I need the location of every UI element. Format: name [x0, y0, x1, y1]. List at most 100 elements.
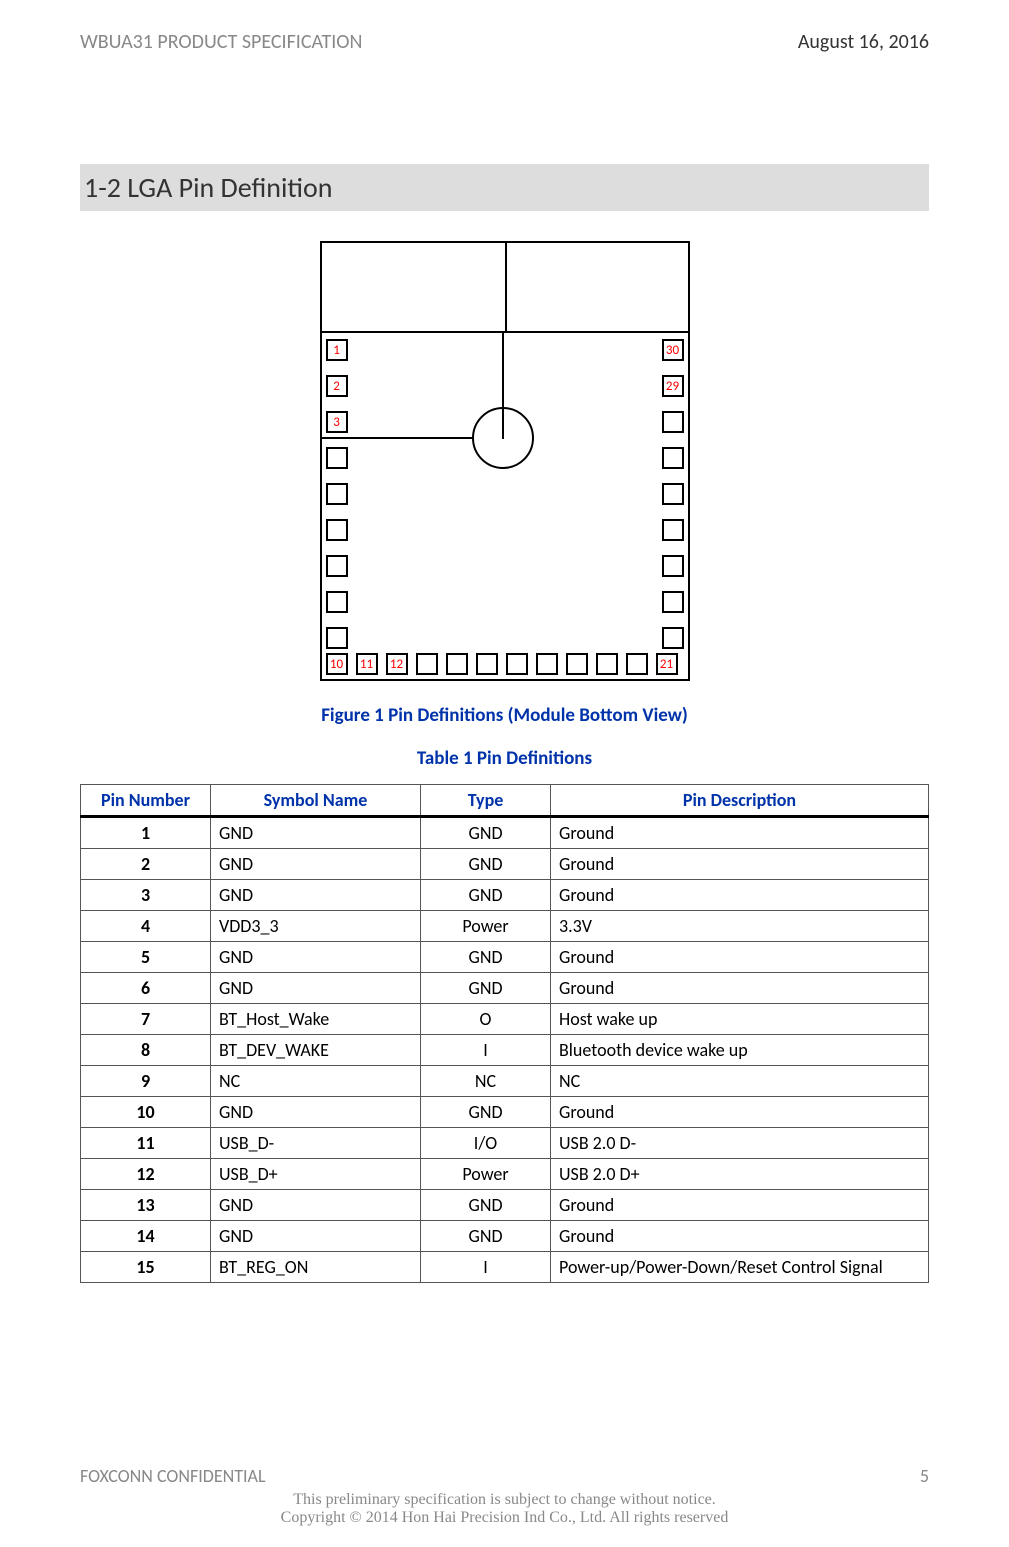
pad-left-5 — [326, 483, 348, 505]
pin-table: Pin Number Symbol Name Type Pin Descript… — [80, 784, 929, 1283]
pad-left-1: 1 — [326, 339, 348, 361]
cell-description: NC — [551, 1066, 929, 1097]
diagram-top-divider — [505, 243, 507, 333]
pad-bottom-5 — [446, 653, 468, 675]
cell-type: GND — [421, 880, 551, 911]
pad-right-6 — [662, 519, 684, 541]
th-description: Pin Description — [551, 785, 929, 817]
cell-description: Bluetooth device wake up — [551, 1035, 929, 1066]
pad-bottom-11 — [626, 653, 648, 675]
cell-description: Ground — [551, 1097, 929, 1128]
table-header-row: Pin Number Symbol Name Type Pin Descript… — [81, 785, 929, 817]
cell-symbol: BT_REG_ON — [211, 1252, 421, 1283]
footer-line-1: This preliminary specification is subjec… — [80, 1491, 929, 1509]
pad-bottom-9 — [566, 653, 588, 675]
pad-bottom-7 — [506, 653, 528, 675]
cell-symbol: VDD3_3 — [211, 911, 421, 942]
pad-left-7 — [326, 555, 348, 577]
cell-type: I — [421, 1252, 551, 1283]
pad-right-4 — [662, 447, 684, 469]
table-caption: Table 1 Pin Definitions — [80, 747, 929, 770]
cell-pin-number: 13 — [81, 1190, 211, 1221]
pad-right-5 — [662, 483, 684, 505]
pad-left-3: 3 — [326, 411, 348, 433]
cell-symbol: GND — [211, 1221, 421, 1252]
cell-symbol: GND — [211, 849, 421, 880]
cell-description: Host wake up — [551, 1004, 929, 1035]
table-row: 3GNDGNDGround — [81, 880, 929, 911]
cell-symbol: USB_D- — [211, 1128, 421, 1159]
cell-symbol: NC — [211, 1066, 421, 1097]
cell-pin-number: 8 — [81, 1035, 211, 1066]
pad-right-9 — [662, 627, 684, 649]
header-right: August 16, 2016 — [798, 30, 929, 54]
pad-left-4 — [326, 447, 348, 469]
pad-bottom-6 — [476, 653, 498, 675]
pad-bottom-3: 12 — [386, 653, 408, 675]
table-row: 10GNDGNDGround — [81, 1097, 929, 1128]
pad-left-6 — [326, 519, 348, 541]
cell-pin-number: 5 — [81, 942, 211, 973]
table-row: 4VDD3_3Power3.3V — [81, 911, 929, 942]
pad-right-7 — [662, 555, 684, 577]
section-title: 1-2 LGA Pin Definition — [80, 164, 929, 211]
table-row: 7BT_Host_WakeOHost wake up — [81, 1004, 929, 1035]
pad-right-1: 30 — [662, 339, 684, 361]
th-pin-number: Pin Number — [81, 785, 211, 817]
pad-left-8 — [326, 591, 348, 613]
table-row: 1GNDGNDGround — [81, 817, 929, 849]
cell-pin-number: 12 — [81, 1159, 211, 1190]
header-left: WBUA31 PRODUCT SPECIFICATION — [80, 30, 362, 54]
diagram-axis-horizontal — [322, 437, 474, 439]
cell-pin-number: 9 — [81, 1066, 211, 1097]
page-header: WBUA31 PRODUCT SPECIFICATION August 16, … — [80, 30, 929, 54]
cell-symbol: GND — [211, 1190, 421, 1221]
cell-type: GND — [421, 942, 551, 973]
cell-pin-number: 10 — [81, 1097, 211, 1128]
cell-type: I/O — [421, 1128, 551, 1159]
cell-description: Ground — [551, 880, 929, 911]
cell-type: GND — [421, 817, 551, 849]
table-row: 2GNDGNDGround — [81, 849, 929, 880]
cell-type: GND — [421, 1097, 551, 1128]
pad-bottom-12: 21 — [656, 653, 678, 675]
cell-symbol: GND — [211, 880, 421, 911]
cell-type: GND — [421, 1190, 551, 1221]
cell-description: Ground — [551, 973, 929, 1004]
table-row: 14GNDGNDGround — [81, 1221, 929, 1252]
cell-symbol: USB_D+ — [211, 1159, 421, 1190]
table-row: 15BT_REG_ONIPower-up/Power-Down/Reset Co… — [81, 1252, 929, 1283]
table-row: 9NCNCNC — [81, 1066, 929, 1097]
cell-symbol: GND — [211, 817, 421, 849]
cell-description: USB 2.0 D+ — [551, 1159, 929, 1190]
pad-bottom-1: 10 — [326, 653, 348, 675]
cell-symbol: GND — [211, 1097, 421, 1128]
footer-page-number: 5 — [920, 1465, 929, 1487]
table-row: 13GNDGNDGround — [81, 1190, 929, 1221]
table-row: 5GNDGNDGround — [81, 942, 929, 973]
pin-diagram-wrapper: 123302910111221 — [80, 241, 929, 686]
pad-left-2: 2 — [326, 375, 348, 397]
cell-pin-number: 2 — [81, 849, 211, 880]
cell-description: Ground — [551, 942, 929, 973]
cell-description: Ground — [551, 817, 929, 849]
table-row: 11USB_D-I/OUSB 2.0 D- — [81, 1128, 929, 1159]
cell-pin-number: 14 — [81, 1221, 211, 1252]
cell-description: Ground — [551, 849, 929, 880]
table-row: 12USB_D+PowerUSB 2.0 D+ — [81, 1159, 929, 1190]
cell-pin-number: 6 — [81, 973, 211, 1004]
th-symbol-name: Symbol Name — [211, 785, 421, 817]
cell-pin-number: 11 — [81, 1128, 211, 1159]
pin-diagram: 123302910111221 — [320, 241, 690, 681]
th-type: Type — [421, 785, 551, 817]
cell-symbol: GND — [211, 942, 421, 973]
table-row: 6GNDGNDGround — [81, 973, 929, 1004]
cell-description: Power-up/Power-Down/Reset Control Signal — [551, 1252, 929, 1283]
cell-type: I — [421, 1035, 551, 1066]
pad-right-3 — [662, 411, 684, 433]
cell-symbol: BT_Host_Wake — [211, 1004, 421, 1035]
cell-type: GND — [421, 973, 551, 1004]
cell-description: USB 2.0 D- — [551, 1128, 929, 1159]
cell-type: Power — [421, 1159, 551, 1190]
pad-bottom-4 — [416, 653, 438, 675]
